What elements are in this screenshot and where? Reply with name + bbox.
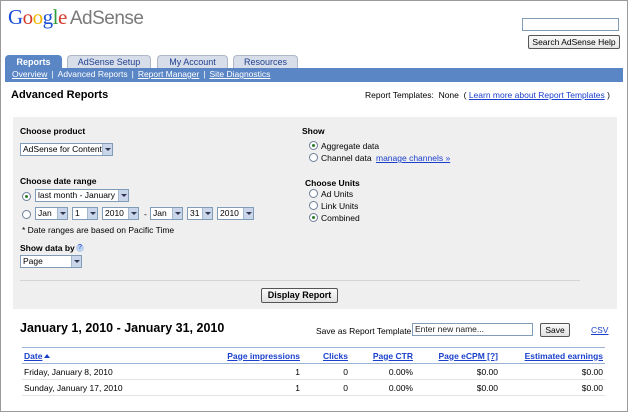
cell-ctr: 0.00% [350,363,415,380]
panel-divider [20,280,580,281]
show-data-by-label: Show data by [20,243,75,253]
cell-clicks: 0 [302,379,350,396]
show-label: Show [302,126,325,136]
report-table: Date Page impressions Clicks Page CTR Pa… [22,347,605,396]
cell-date: Friday, January 8, 2010 [22,363,182,380]
chevron-down-icon [172,208,182,219]
cell-ecpm: $0.00 [415,363,500,380]
chevron-down-icon [243,208,253,219]
ad-units-label: Ad Units [321,189,354,199]
col-page-ecpm[interactable]: Page eCPM [?] [415,347,500,364]
from-day-select[interactable]: 1 [72,207,98,220]
channel-data-radio[interactable] [309,153,318,162]
sort-ascending-icon [44,353,51,358]
col-estimated-earnings[interactable]: Estimated earnings [500,347,605,364]
learn-more-templates-link[interactable]: Learn more about Report Templates [469,90,605,100]
save-template-label: Save as Report Template: [316,326,414,336]
cell-ecpm: $0.00 [415,379,500,396]
link-units-radio[interactable] [309,201,318,210]
report-templates-info: Report Templates: None ( Learn more abou… [365,90,610,100]
template-name-input[interactable]: Enter new name... [412,323,533,336]
chevron-down-icon [118,190,128,201]
from-month-select[interactable]: Jan [35,207,68,220]
cell-date: Sunday, January 17, 2010 [22,379,182,396]
choose-units-label: Choose Units [305,178,360,188]
subnav-overview[interactable]: Overview [12,69,47,79]
channel-data-label: Channel data [321,153,372,163]
product-name: AdSense [69,8,144,29]
subnav-advanced-reports[interactable]: Advanced Reports [58,69,128,79]
google-wordmark: Google [8,5,67,29]
subnav-site-diagnostics[interactable]: Site Diagnostics [209,69,270,79]
help-icon[interactable]: ? [76,244,84,252]
choose-product-label: Choose product [20,126,86,136]
csv-export-link[interactable]: CSV [591,325,608,335]
aggregate-data-radio[interactable] [309,141,318,150]
product-select[interactable]: AdSense for Content [20,143,113,156]
google-adsense-logo[interactable]: Google AdSense [8,5,144,30]
table-header-row: Date Page impressions Clicks Page CTR Pa… [22,347,605,364]
tab-my-account[interactable]: My Account [157,55,228,69]
col-clicks[interactable]: Clicks [302,347,350,364]
display-report-button[interactable]: Display Report [261,288,338,303]
table-row: Friday, January 8, 2010 1 0 0.00% $0.00 … [22,363,605,380]
manage-channels-link[interactable]: manage channels » [376,153,450,163]
tab-adsense-setup[interactable]: AdSense Setup [67,55,151,69]
link-units-label: Link Units [321,201,359,211]
table-row: Sunday, January 17, 2010 1 0 0.00% $0.00… [22,379,605,396]
to-year-select[interactable]: 2010 [217,207,254,220]
col-page-ctr[interactable]: Page CTR [350,347,415,364]
date-preset-radio[interactable] [22,192,31,201]
tab-reports[interactable]: Reports [5,55,62,69]
chevron-down-icon [128,208,138,219]
to-month-select[interactable]: Jan [150,207,183,220]
page-title: Advanced Reports [11,89,109,101]
chevron-down-icon [102,144,112,155]
save-template-button[interactable]: Save [540,323,570,337]
aggregate-data-label: Aggregate data [321,141,380,151]
custom-date-radio[interactable] [22,210,31,219]
cell-earnings: $0.00 [500,379,605,396]
from-year-select[interactable]: 2010 [102,207,139,220]
combined-radio[interactable] [309,213,318,222]
chevron-down-icon [71,256,81,267]
cell-impressions: 1 [182,363,302,380]
cell-clicks: 0 [302,363,350,380]
pacific-time-note: * Date ranges are based on Pacific Time [22,225,175,235]
sub-navigation: Overview | Advanced Reports | Report Manager… [5,68,623,82]
ad-units-radio[interactable] [309,189,318,198]
choose-date-range-label: Choose date range [20,176,97,186]
date-range-dash: - [144,209,147,219]
date-preset-select[interactable]: last month - January [35,189,129,202]
to-day-select[interactable]: 31 [187,207,213,220]
report-date-range-title: January 1, 2010 - January 31, 2010 [20,321,225,335]
help-search-input[interactable] [522,18,619,31]
tab-resources[interactable]: Resources [233,55,298,69]
col-page-impressions[interactable]: Page impressions [182,347,302,364]
combined-label: Combined [321,213,360,223]
cell-impressions: 1 [182,379,302,396]
col-date[interactable]: Date [22,347,182,364]
chevron-down-icon [87,208,97,219]
cell-ctr: 0.00% [350,379,415,396]
search-help-button[interactable]: Search AdSense Help [528,35,620,49]
chevron-down-icon [57,208,67,219]
report-templates-value: None [438,90,459,100]
show-data-by-select[interactable]: Page [20,255,82,268]
chevron-down-icon [202,208,212,219]
subnav-report-manager[interactable]: Report Manager [138,69,199,79]
cell-earnings: $0.00 [500,363,605,380]
